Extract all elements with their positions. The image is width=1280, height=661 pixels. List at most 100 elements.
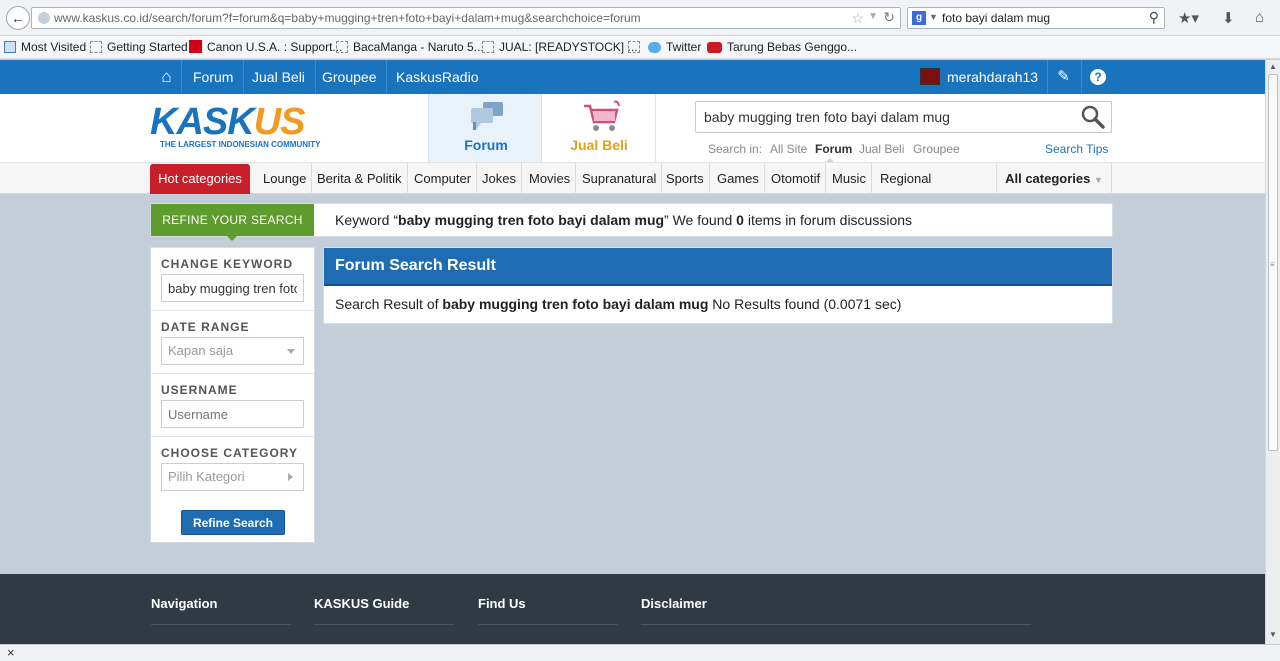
scroll-thumb[interactable]: ≡ <box>1268 74 1278 451</box>
home-icon[interactable]: ⌂ <box>152 60 182 94</box>
refine-search-button[interactable]: Refine Search <box>181 510 285 535</box>
refine-caret <box>227 236 237 241</box>
bookmark-most-visited[interactable]: Most Visited <box>4 40 86 54</box>
browser-nav-bar: ← www.kaskus.co.id/search/forum?f=forum&… <box>0 0 1280 36</box>
username-input[interactable] <box>161 400 304 428</box>
footer-divider <box>641 624 1031 625</box>
username-section: USERNAME <box>151 374 314 437</box>
bookmark-jual[interactable]: JUAL: [READYSTOCK] ... <box>482 40 637 54</box>
browser-status-bar: × <box>0 644 1280 661</box>
bookmark-bacamanga[interactable]: BacaManga - Naruto 5... <box>336 40 484 54</box>
footer-divider <box>314 624 454 625</box>
search-summary: Keyword “baby mugging tren foto bayi dal… <box>335 212 913 228</box>
bookmark-unnamed[interactable] <box>628 40 645 54</box>
footer-disclaimer-heading: Disclaimer <box>641 596 707 611</box>
bookmarks-menu-icon[interactable]: ★▾ <box>1178 9 1199 27</box>
search-icon[interactable] <box>1080 104 1106 130</box>
search-input[interactable] <box>695 101 1112 133</box>
youtube-icon <box>707 42 722 53</box>
reload-icon[interactable]: ↻ <box>883 9 895 26</box>
keyword-input[interactable] <box>161 274 304 302</box>
category-music[interactable]: Music <box>827 163 872 194</box>
results-message: Search Result of baby mugging tren foto … <box>335 296 902 312</box>
help-button[interactable]: ? <box>1081 60 1113 94</box>
results-title: Forum Search Result <box>324 248 1112 286</box>
bookmark-getting-started[interactable]: Getting Started <box>90 40 188 54</box>
category-bar: Hot categories Lounge Berita & Politik C… <box>0 162 1265 194</box>
footer-find-us-heading: Find Us <box>478 596 526 611</box>
refine-your-search-label: REFINE YOUR SEARCH <box>151 204 314 236</box>
refine-search-bar: REFINE YOUR SEARCH Keyword “baby mugging… <box>150 203 1113 241</box>
username-label: USERNAME <box>161 383 238 397</box>
category-supranatural[interactable]: Supranatural <box>577 163 663 194</box>
url-text[interactable]: www.kaskus.co.id/search/forum?f=forum&q=… <box>54 11 641 25</box>
avatar[interactable] <box>920 68 940 85</box>
hot-categories-tab[interactable]: Hot categories <box>150 164 250 194</box>
bookmark-tarung[interactable]: Tarung Bebas Genggo... <box>707 40 857 54</box>
scroll-down-icon[interactable]: ▼ <box>1269 630 1277 639</box>
close-icon[interactable]: × <box>7 645 15 661</box>
category-movies[interactable]: Movies <box>524 163 577 194</box>
page-icon <box>482 41 494 53</box>
canon-icon <box>189 40 202 53</box>
browser-search-text[interactable]: foto bayi dalam mug <box>942 11 1050 25</box>
scope-jual-beli[interactable]: Jual Beli <box>859 142 904 156</box>
chevron-down-icon <box>287 349 295 354</box>
topnav-forum[interactable]: Forum <box>183 60 245 94</box>
kaskus-top-bar: ⌂ Forum Jual Beli Groupee KaskusRadio me… <box>0 60 1265 94</box>
bookmark-canon[interactable]: Canon U.S.A. : Support... <box>189 40 342 54</box>
category-sports[interactable]: Sports <box>661 163 710 194</box>
browser-search-box[interactable]: g ▼ foto bayi dalam mug ⚲ <box>907 7 1165 29</box>
tab-forum-label: Forum <box>464 137 508 153</box>
forum-search-result-panel: Forum Search Result Search Result of bab… <box>323 247 1113 324</box>
category-section: CHOOSE CATEGORY Pilih Kategori <box>151 437 314 500</box>
scope-groupee[interactable]: Groupee <box>913 142 960 156</box>
bookmark-star-icon[interactable]: ☆ <box>851 10 864 27</box>
all-categories-dropdown[interactable]: All categories ▼ <box>996 163 1112 194</box>
google-icon[interactable]: g <box>912 11 926 25</box>
page-scrollbar[interactable]: ▲ ≡ ▼ <box>1265 60 1280 644</box>
date-range-select[interactable]: Kapan saja <box>161 337 304 365</box>
tab-jual-beli[interactable]: Jual Beli <box>542 94 656 162</box>
topnav-kaskusradio[interactable]: KaskusRadio <box>386 60 489 94</box>
search-tips-link[interactable]: Search Tips <box>1045 142 1108 156</box>
footer-divider <box>478 624 618 625</box>
search-in-label: Search in: <box>708 142 763 156</box>
footer-divider <box>151 624 291 625</box>
back-arrow-icon[interactable]: ← <box>6 6 30 30</box>
site-footer: Navigation KASKUS Guide Find Us Disclaim… <box>0 574 1265 644</box>
tab-forum[interactable]: Forum <box>428 94 542 162</box>
bookmarks-toolbar: Most Visited Getting Started Canon U.S.A… <box>0 36 1280 59</box>
scope-forum[interactable]: Forum <box>815 142 852 156</box>
home-icon[interactable]: ⌂ <box>1255 9 1264 26</box>
kaskus-logo[interactable]: KASKUS <box>150 102 305 142</box>
refine-sidebar: CHANGE KEYWORD DATE RANGE Kapan saja USE… <box>150 247 315 543</box>
category-select[interactable]: Pilih Kategori <box>161 463 304 491</box>
bookmark-twitter[interactable]: Twitter <box>648 40 701 54</box>
change-keyword-section: CHANGE KEYWORD <box>151 248 314 311</box>
site-header: KASKUS THE LARGEST INDONESIAN COMMUNITY … <box>0 94 1265 162</box>
category-games[interactable]: Games <box>712 163 765 194</box>
category-lounge[interactable]: Lounge <box>258 163 313 194</box>
pencil-icon[interactable]: ✎ <box>1047 60 1079 94</box>
download-icon[interactable]: ⬇ <box>1222 9 1235 27</box>
category-computer[interactable]: Computer <box>409 163 478 194</box>
category-regional[interactable]: Regional <box>875 163 936 194</box>
page-icon <box>90 41 102 53</box>
scope-all-site[interactable]: All Site <box>770 142 807 156</box>
topnav-jual-beli[interactable]: Jual Beli <box>242 60 316 94</box>
category-jokes[interactable]: Jokes <box>477 163 522 194</box>
scroll-up-icon[interactable]: ▲ <box>1269 62 1277 71</box>
search-icon[interactable]: ⚲ <box>1149 9 1159 26</box>
tab-jual-beli-label: Jual Beli <box>570 137 628 153</box>
url-bar[interactable]: www.kaskus.co.id/search/forum?f=forum&q=… <box>31 7 901 29</box>
category-berita-politik[interactable]: Berita & Politik <box>312 163 408 194</box>
forum-chat-icon <box>471 102 503 130</box>
topnav-groupee[interactable]: Groupee <box>312 60 388 94</box>
chevron-right-icon <box>288 473 293 481</box>
twitter-icon <box>648 42 661 53</box>
search-engine-dropdown-icon[interactable]: ▼ <box>929 12 938 22</box>
category-otomotif[interactable]: Otomotif <box>766 163 827 194</box>
url-dropdown-icon[interactable]: ▼ <box>868 11 878 22</box>
username-link[interactable]: merahdarah13 <box>947 60 1038 94</box>
